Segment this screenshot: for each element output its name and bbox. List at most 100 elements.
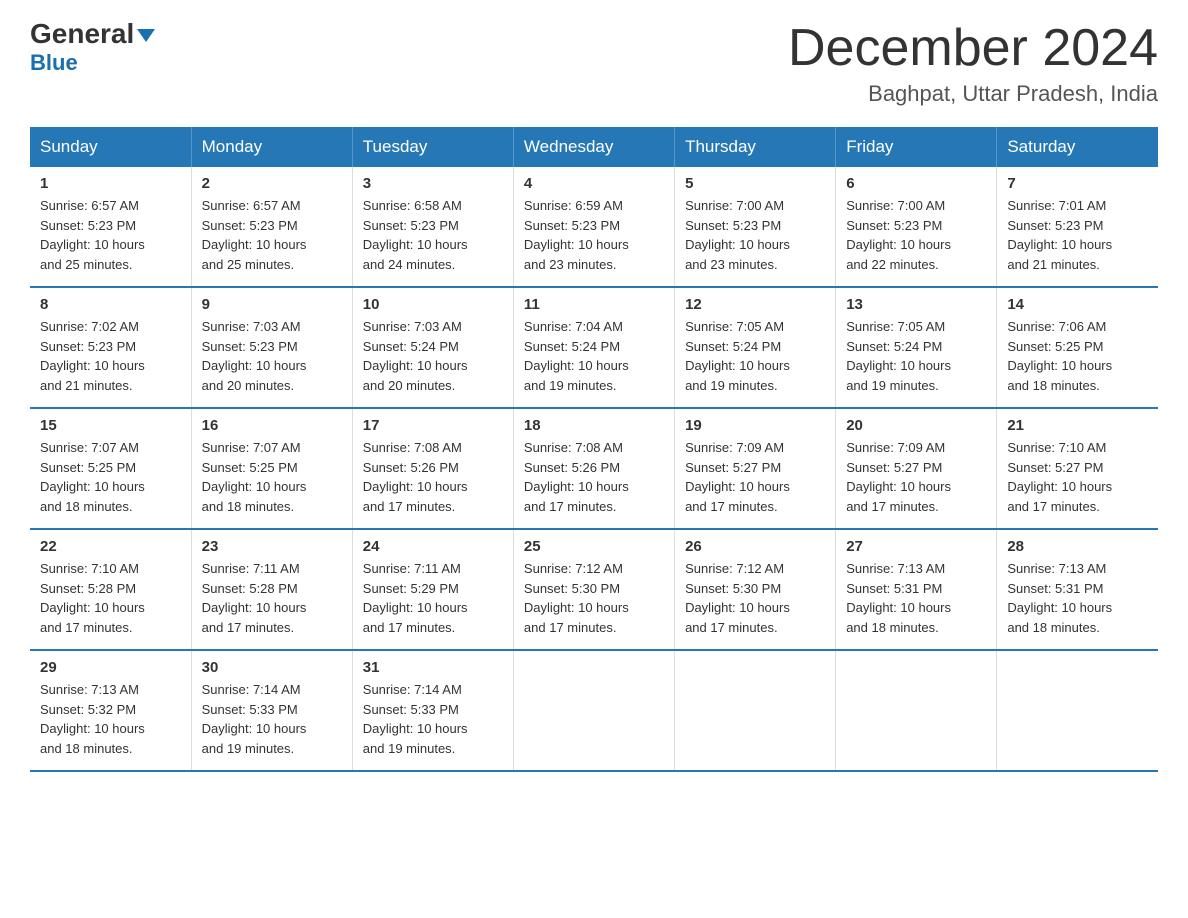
day-number: 23 (202, 538, 342, 555)
day-number: 16 (202, 417, 342, 434)
day-info: Sunrise: 6:58 AMSunset: 5:23 PMDaylight:… (363, 196, 503, 274)
day-info: Sunrise: 7:10 AMSunset: 5:28 PMDaylight:… (40, 559, 181, 637)
table-row: 7 Sunrise: 7:01 AMSunset: 5:23 PMDayligh… (997, 167, 1158, 287)
calendar-week-1: 1 Sunrise: 6:57 AMSunset: 5:23 PMDayligh… (30, 167, 1158, 287)
day-info: Sunrise: 7:09 AMSunset: 5:27 PMDaylight:… (685, 438, 825, 516)
day-number: 20 (846, 417, 986, 434)
day-info: Sunrise: 7:06 AMSunset: 5:25 PMDaylight:… (1007, 317, 1148, 395)
table-row: 29 Sunrise: 7:13 AMSunset: 5:32 PMDaylig… (30, 650, 191, 771)
col-friday: Friday (836, 127, 997, 167)
table-row (675, 650, 836, 771)
table-row: 9 Sunrise: 7:03 AMSunset: 5:23 PMDayligh… (191, 287, 352, 408)
location-subtitle: Baghpat, Uttar Pradesh, India (788, 81, 1158, 107)
day-number: 19 (685, 417, 825, 434)
table-row: 14 Sunrise: 7:06 AMSunset: 5:25 PMDaylig… (997, 287, 1158, 408)
day-info: Sunrise: 6:59 AMSunset: 5:23 PMDaylight:… (524, 196, 664, 274)
day-info: Sunrise: 7:13 AMSunset: 5:32 PMDaylight:… (40, 680, 181, 758)
table-row: 5 Sunrise: 7:00 AMSunset: 5:23 PMDayligh… (675, 167, 836, 287)
month-title: December 2024 (788, 20, 1158, 77)
calendar-week-2: 8 Sunrise: 7:02 AMSunset: 5:23 PMDayligh… (30, 287, 1158, 408)
logo-blue-text: Blue (30, 50, 78, 76)
day-number: 2 (202, 175, 342, 192)
title-area: December 2024 Baghpat, Uttar Pradesh, In… (788, 20, 1158, 107)
day-number: 24 (363, 538, 503, 555)
table-row: 18 Sunrise: 7:08 AMSunset: 5:26 PMDaylig… (513, 408, 674, 529)
table-row: 26 Sunrise: 7:12 AMSunset: 5:30 PMDaylig… (675, 529, 836, 650)
day-info: Sunrise: 7:07 AMSunset: 5:25 PMDaylight:… (40, 438, 181, 516)
day-number: 10 (363, 296, 503, 313)
day-number: 11 (524, 296, 664, 313)
day-number: 7 (1007, 175, 1148, 192)
day-info: Sunrise: 6:57 AMSunset: 5:23 PMDaylight:… (202, 196, 342, 274)
day-info: Sunrise: 7:13 AMSunset: 5:31 PMDaylight:… (1007, 559, 1148, 637)
table-row: 4 Sunrise: 6:59 AMSunset: 5:23 PMDayligh… (513, 167, 674, 287)
table-row: 25 Sunrise: 7:12 AMSunset: 5:30 PMDaylig… (513, 529, 674, 650)
day-info: Sunrise: 7:07 AMSunset: 5:25 PMDaylight:… (202, 438, 342, 516)
day-number: 1 (40, 175, 181, 192)
col-saturday: Saturday (997, 127, 1158, 167)
table-row: 3 Sunrise: 6:58 AMSunset: 5:23 PMDayligh… (352, 167, 513, 287)
table-row: 30 Sunrise: 7:14 AMSunset: 5:33 PMDaylig… (191, 650, 352, 771)
table-row: 23 Sunrise: 7:11 AMSunset: 5:28 PMDaylig… (191, 529, 352, 650)
day-number: 22 (40, 538, 181, 555)
day-info: Sunrise: 7:11 AMSunset: 5:29 PMDaylight:… (363, 559, 503, 637)
table-row: 15 Sunrise: 7:07 AMSunset: 5:25 PMDaylig… (30, 408, 191, 529)
day-info: Sunrise: 7:12 AMSunset: 5:30 PMDaylight:… (524, 559, 664, 637)
table-row (997, 650, 1158, 771)
day-number: 17 (363, 417, 503, 434)
col-sunday: Sunday (30, 127, 191, 167)
day-number: 30 (202, 659, 342, 676)
table-row: 22 Sunrise: 7:10 AMSunset: 5:28 PMDaylig… (30, 529, 191, 650)
table-row: 16 Sunrise: 7:07 AMSunset: 5:25 PMDaylig… (191, 408, 352, 529)
col-tuesday: Tuesday (352, 127, 513, 167)
table-row: 31 Sunrise: 7:14 AMSunset: 5:33 PMDaylig… (352, 650, 513, 771)
calendar-week-4: 22 Sunrise: 7:10 AMSunset: 5:28 PMDaylig… (30, 529, 1158, 650)
day-info: Sunrise: 7:14 AMSunset: 5:33 PMDaylight:… (202, 680, 342, 758)
day-number: 4 (524, 175, 664, 192)
table-row: 28 Sunrise: 7:13 AMSunset: 5:31 PMDaylig… (997, 529, 1158, 650)
col-monday: Monday (191, 127, 352, 167)
day-number: 9 (202, 296, 342, 313)
table-row: 8 Sunrise: 7:02 AMSunset: 5:23 PMDayligh… (30, 287, 191, 408)
day-info: Sunrise: 7:13 AMSunset: 5:31 PMDaylight:… (846, 559, 986, 637)
day-info: Sunrise: 6:57 AMSunset: 5:23 PMDaylight:… (40, 196, 181, 274)
table-row: 10 Sunrise: 7:03 AMSunset: 5:24 PMDaylig… (352, 287, 513, 408)
col-wednesday: Wednesday (513, 127, 674, 167)
day-info: Sunrise: 7:14 AMSunset: 5:33 PMDaylight:… (363, 680, 503, 758)
day-info: Sunrise: 7:09 AMSunset: 5:27 PMDaylight:… (846, 438, 986, 516)
day-info: Sunrise: 7:00 AMSunset: 5:23 PMDaylight:… (685, 196, 825, 274)
logo: General Blue (30, 20, 155, 76)
day-info: Sunrise: 7:02 AMSunset: 5:23 PMDaylight:… (40, 317, 181, 395)
table-row: 1 Sunrise: 6:57 AMSunset: 5:23 PMDayligh… (30, 167, 191, 287)
table-row: 12 Sunrise: 7:05 AMSunset: 5:24 PMDaylig… (675, 287, 836, 408)
table-row: 17 Sunrise: 7:08 AMSunset: 5:26 PMDaylig… (352, 408, 513, 529)
col-thursday: Thursday (675, 127, 836, 167)
day-info: Sunrise: 7:03 AMSunset: 5:23 PMDaylight:… (202, 317, 342, 395)
day-info: Sunrise: 7:11 AMSunset: 5:28 PMDaylight:… (202, 559, 342, 637)
day-info: Sunrise: 7:01 AMSunset: 5:23 PMDaylight:… (1007, 196, 1148, 274)
header-row: Sunday Monday Tuesday Wednesday Thursday… (30, 127, 1158, 167)
table-row: 13 Sunrise: 7:05 AMSunset: 5:24 PMDaylig… (836, 287, 997, 408)
day-number: 27 (846, 538, 986, 555)
table-row (513, 650, 674, 771)
table-row: 27 Sunrise: 7:13 AMSunset: 5:31 PMDaylig… (836, 529, 997, 650)
day-info: Sunrise: 7:05 AMSunset: 5:24 PMDaylight:… (685, 317, 825, 395)
day-number: 15 (40, 417, 181, 434)
day-info: Sunrise: 7:00 AMSunset: 5:23 PMDaylight:… (846, 196, 986, 274)
day-info: Sunrise: 7:03 AMSunset: 5:24 PMDaylight:… (363, 317, 503, 395)
day-number: 26 (685, 538, 825, 555)
day-number: 31 (363, 659, 503, 676)
day-number: 13 (846, 296, 986, 313)
table-row: 19 Sunrise: 7:09 AMSunset: 5:27 PMDaylig… (675, 408, 836, 529)
day-info: Sunrise: 7:05 AMSunset: 5:24 PMDaylight:… (846, 317, 986, 395)
day-number: 18 (524, 417, 664, 434)
day-number: 14 (1007, 296, 1148, 313)
table-row: 24 Sunrise: 7:11 AMSunset: 5:29 PMDaylig… (352, 529, 513, 650)
table-row (836, 650, 997, 771)
day-number: 3 (363, 175, 503, 192)
day-number: 12 (685, 296, 825, 313)
calendar-body: 1 Sunrise: 6:57 AMSunset: 5:23 PMDayligh… (30, 167, 1158, 771)
table-row: 11 Sunrise: 7:04 AMSunset: 5:24 PMDaylig… (513, 287, 674, 408)
page-header: General Blue December 2024 Baghpat, Utta… (30, 20, 1158, 107)
table-row: 6 Sunrise: 7:00 AMSunset: 5:23 PMDayligh… (836, 167, 997, 287)
